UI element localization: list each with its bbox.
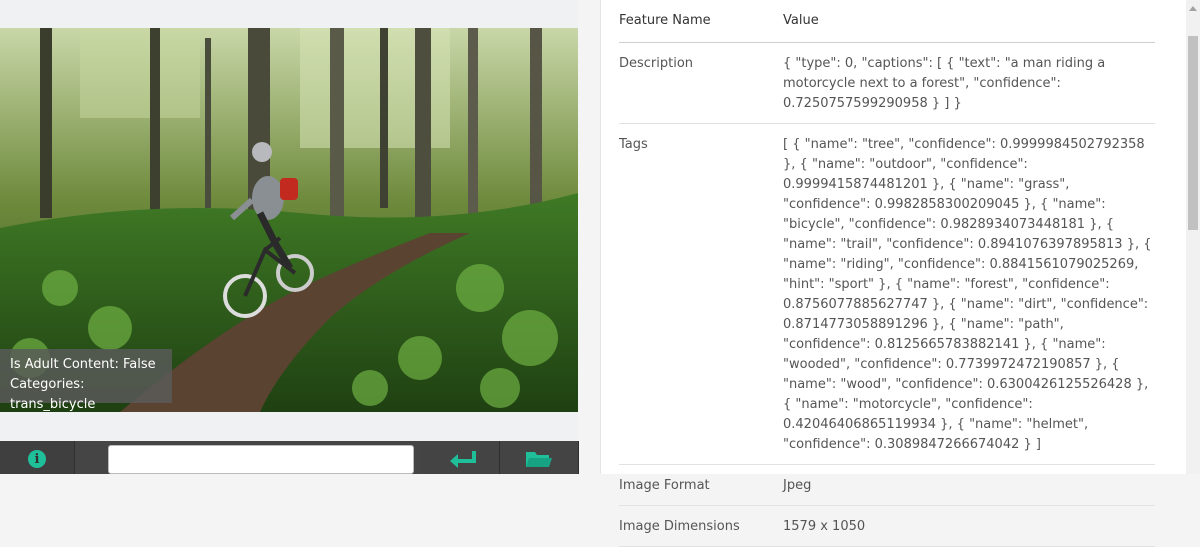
table-header-row: Feature Name Value	[619, 0, 1155, 43]
table-row: Tags [ { "name": "tree", "confidence": 0…	[619, 123, 1155, 465]
table-row: Image Dimensions 1579 x 1050	[619, 505, 1155, 547]
row-dimensions-name: Image Dimensions	[619, 505, 783, 547]
row-format-name: Image Format	[619, 464, 783, 506]
features-table: Feature Name Value Description { "type":…	[619, 0, 1155, 547]
table-row: Image Format Jpeg	[619, 464, 1155, 506]
image-pane: Is Adult Content: False Categories: tran…	[0, 0, 579, 474]
row-format-value: Jpeg	[783, 464, 1155, 506]
table-row: Description { "type": 0, "captions": [ {…	[619, 42, 1155, 124]
enter-icon[interactable]	[448, 449, 478, 469]
scroll-up-arrow-icon[interactable]	[1189, 6, 1197, 11]
categories-label: Categories: trans_bicycle	[10, 377, 96, 412]
row-dimensions-value: 1579 x 1050	[783, 505, 1155, 547]
info-icon[interactable]: i	[28, 450, 46, 468]
row-tags-value: [ { "name": "tree", "confidence": 0.9999…	[783, 123, 1155, 465]
row-description-value: { "type": 0, "captions": [ { "text": "a …	[783, 42, 1155, 124]
vertical-scrollbar[interactable]	[1186, 0, 1200, 474]
scrollbar-thumb[interactable]	[1188, 36, 1198, 230]
results-pane: Feature Name Value Description { "type":…	[600, 0, 1187, 547]
image-url-input[interactable]	[108, 445, 414, 474]
adult-content-label: Is Adult Content: False	[10, 357, 156, 372]
value-header: Value	[783, 0, 1155, 43]
feature-name-header: Feature Name	[619, 0, 783, 43]
row-description-name: Description	[619, 42, 783, 124]
row-tags-name: Tags	[619, 123, 783, 465]
folder-icon[interactable]	[525, 449, 553, 469]
image-info-overlay: Is Adult Content: False Categories: tran…	[0, 349, 172, 412]
